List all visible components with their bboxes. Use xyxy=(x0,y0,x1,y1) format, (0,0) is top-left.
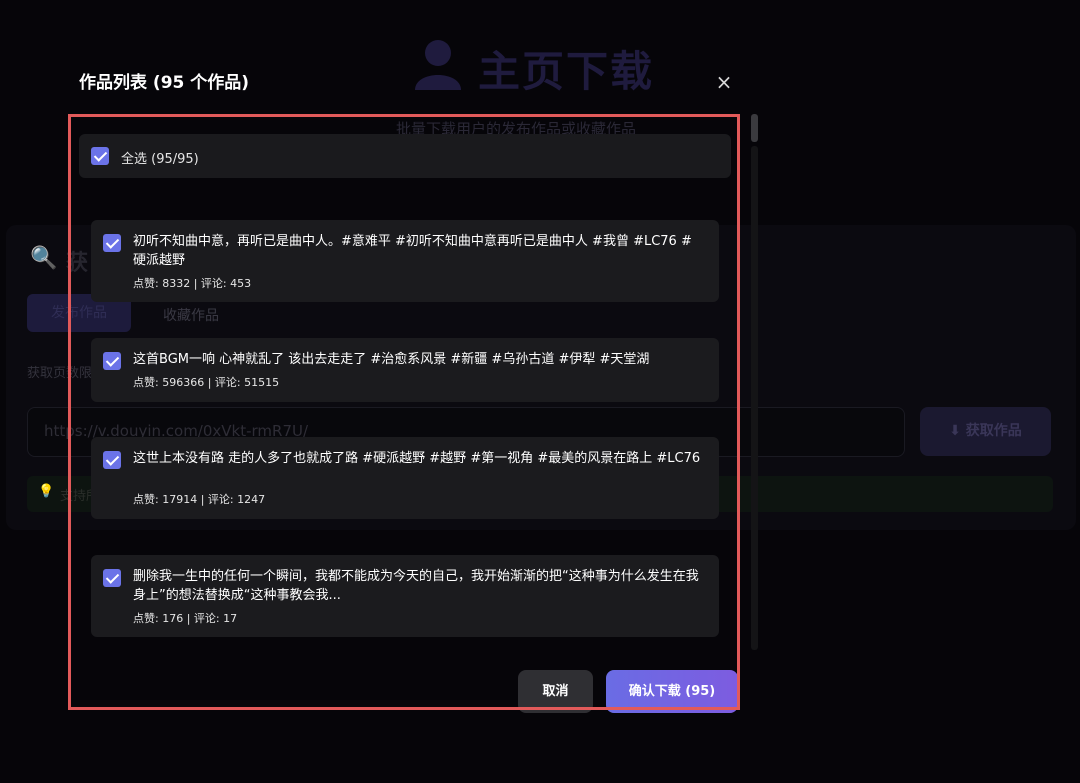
download-icon: ⬇ xyxy=(949,423,966,439)
close-icon[interactable]: × xyxy=(714,72,734,92)
fetch-button[interactable]: ⬇ 获取作品 xyxy=(920,407,1051,456)
highlight-box xyxy=(68,114,740,710)
search-icon: 🔍 xyxy=(30,246,58,271)
scrollbar-track[interactable] xyxy=(751,146,758,650)
lightbulb-icon: 💡 xyxy=(38,484,55,499)
scrollbar-thumb[interactable] xyxy=(751,114,758,142)
page-title: 主页下载 xyxy=(478,47,655,96)
fetch-button-label: 获取作品 xyxy=(965,423,1022,439)
modal-title: 作品列表 (95 个作品) xyxy=(79,73,250,93)
user-icon xyxy=(415,40,461,90)
